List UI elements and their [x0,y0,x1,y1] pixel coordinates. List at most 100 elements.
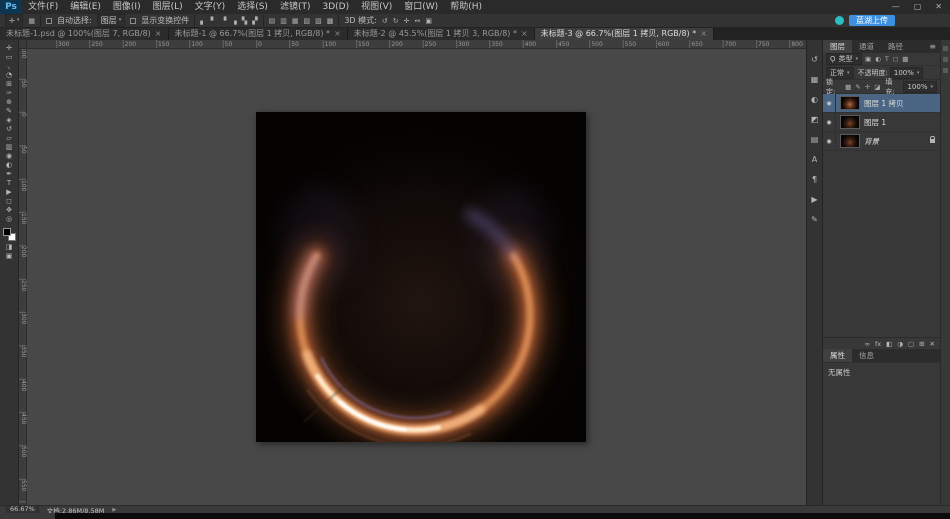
styles-panel-icon[interactable]: ◩ [811,114,819,125]
crop-tool[interactable]: ⊞ [0,80,19,89]
layer-filter-dropdown[interactable]: Ϙ 类型 ▾ [826,53,862,65]
3d-rotate-icon[interactable]: ↺ [382,15,388,27]
align-left-icon[interactable]: ▖ [200,15,205,27]
type-tool[interactable]: T [0,179,19,188]
history-brush-tool[interactable]: ↺ [0,125,19,134]
new-layer-icon[interactable]: ⊞ [919,340,924,348]
dock-handle-icon[interactable] [943,46,948,51]
brush-tool[interactable]: ✎ [0,107,19,116]
filter-shape-layers-icon[interactable]: ◻ [892,55,899,63]
preset-grid-icon[interactable]: ▦ [28,15,35,27]
distribute-top-icon[interactable]: ▤ [269,15,276,27]
minimize-button[interactable]: — [892,0,900,14]
lock-transparent-icon[interactable]: ▩ [844,83,852,91]
path-selection-tool[interactable]: ▶ [0,188,19,197]
paragraph-panel-icon[interactable]: ¶ [812,174,817,185]
tab-untitled-2[interactable]: 未标题-2 @ 45.5%(图层 1 拷贝 3, RGB/8) * × [348,28,535,40]
color-swatches[interactable] [3,228,16,241]
filter-smart-object-icon[interactable]: ▩ [901,55,909,63]
close-icon[interactable]: × [700,28,707,40]
pen-tool[interactable]: ✒ [0,170,19,179]
menu-view[interactable]: 视图(V) [355,0,398,14]
layer-thumbnail[interactable] [840,134,860,148]
3d-drag-icon[interactable]: ✛ [404,15,410,27]
tab-paths[interactable]: 路径 [881,40,910,53]
status-expand-icon[interactable]: ▶ [112,507,116,513]
auto-select-dropdown[interactable]: 图层 ▾ [97,14,126,27]
dodge-tool[interactable]: ◐ [0,161,19,170]
layer-thumbnail[interactable] [840,115,860,129]
eyedropper-tool[interactable]: ✑ [0,89,19,98]
lock-pixels-icon[interactable]: ✎ [854,83,861,91]
hand-tool[interactable]: ✥ [0,206,19,215]
libraries-panel-icon[interactable]: ▤ [811,134,819,145]
3d-slide-icon[interactable]: ↔ [414,15,420,27]
layer-mask-icon[interactable]: ◧ [886,340,892,348]
align-bottom-icon[interactable]: ▞ [252,15,257,27]
menu-type[interactable]: 文字(Y) [189,0,232,14]
visibility-eye-icon[interactable]: ◉ [823,94,836,112]
align-right-icon[interactable]: ▝ [221,15,226,27]
link-layers-icon[interactable]: ∞ [865,340,870,348]
menu-3d[interactable]: 3D(D) [316,0,355,14]
adjustment-layer-icon[interactable]: ◑ [897,340,903,348]
lanhu-icon[interactable] [835,16,844,25]
menu-window[interactable]: 窗口(W) [398,0,444,14]
photoshop-logo-icon[interactable]: Ps [0,0,22,14]
distribute-right-icon[interactable]: ▩ [327,15,334,27]
visibility-eye-icon[interactable]: ◉ [823,132,836,150]
foreground-color-swatch[interactable] [3,228,11,236]
auto-select-checkbox[interactable] [46,18,52,24]
character-panel-icon[interactable]: A [812,154,817,165]
quick-mask-button[interactable]: ◨ [0,243,19,252]
close-icon[interactable]: × [155,28,162,40]
eraser-tool[interactable]: ▱ [0,134,19,143]
tool-preset-picker[interactable]: ✛ ▾ [5,14,23,28]
maximize-button[interactable]: ▢ [914,0,922,14]
history-panel-icon[interactable]: ↺ [811,54,818,65]
lasso-tool[interactable]: ◟ [0,62,19,71]
healing-brush-tool[interactable]: ⊕ [0,98,19,107]
layer-group-icon[interactable]: ▢ [908,340,914,348]
layer-row-layer-1[interactable]: ◉ 图层 1 [823,113,940,132]
gradient-tool[interactable]: ▥ [0,143,19,152]
lock-all-icon[interactable]: ◪ [873,83,881,91]
swatches-panel-icon[interactable]: ▦ [811,74,819,85]
distribute-middle-icon[interactable]: ▥ [280,15,287,27]
layer-row-layer-1-copy[interactable]: ◉ 图层 1 拷贝 [823,94,940,113]
brushes-panel-icon[interactable]: ✎ [811,214,818,225]
menu-edit[interactable]: 编辑(E) [64,0,107,14]
close-button[interactable]: ✕ [935,0,942,14]
actions-panel-icon[interactable]: ▶ [811,194,817,205]
delete-layer-icon[interactable]: ✕ [930,340,935,348]
menu-file[interactable]: 文件(F) [22,0,64,14]
lock-position-icon[interactable]: ✛ [864,83,871,91]
distribute-left-icon[interactable]: ▧ [303,15,310,27]
align-middle-icon[interactable]: ▚ [242,15,247,27]
layer-effects-icon[interactable]: fx [875,340,881,348]
show-transform-checkbox[interactable] [130,18,136,24]
tab-untitled-1-psd[interactable]: 未标题-1.psd @ 100%(图层 7, RGB/8) × [0,28,169,40]
clone-stamp-tool[interactable]: ◈ [0,116,19,125]
3d-roll-icon[interactable]: ↻ [393,15,399,27]
align-top-icon[interactable]: ▗ [231,15,236,27]
zoom-tool[interactable]: ◎ [0,215,19,224]
menu-layer[interactable]: 图层(L) [147,0,189,14]
filter-pixel-layers-icon[interactable]: ▣ [864,55,872,63]
menu-image[interactable]: 图像(I) [107,0,147,14]
lanhu-upload-button[interactable]: 蓝湖上传 [849,15,895,26]
blur-tool[interactable]: ◉ [0,152,19,161]
screen-mode-button[interactable]: ▣ [0,252,19,261]
3d-scale-icon[interactable]: ▣ [425,15,432,27]
layer-thumbnail[interactable] [840,96,860,110]
tab-layers[interactable]: 图层 [823,40,852,53]
fill-dropdown[interactable]: 100% ▾ [903,81,937,93]
quick-selection-tool[interactable]: ◔ [0,71,19,80]
distribute-bottom-icon[interactable]: ▦ [292,15,299,27]
menu-select[interactable]: 选择(S) [231,0,274,14]
panel-menu-icon[interactable]: ≡ [925,40,940,53]
filter-type-layers-icon[interactable]: T [884,55,890,63]
move-tool[interactable]: ✛ [0,44,19,53]
distribute-center-icon[interactable]: ▨ [315,15,322,27]
filter-adjustment-layers-icon[interactable]: ◐ [874,55,882,63]
